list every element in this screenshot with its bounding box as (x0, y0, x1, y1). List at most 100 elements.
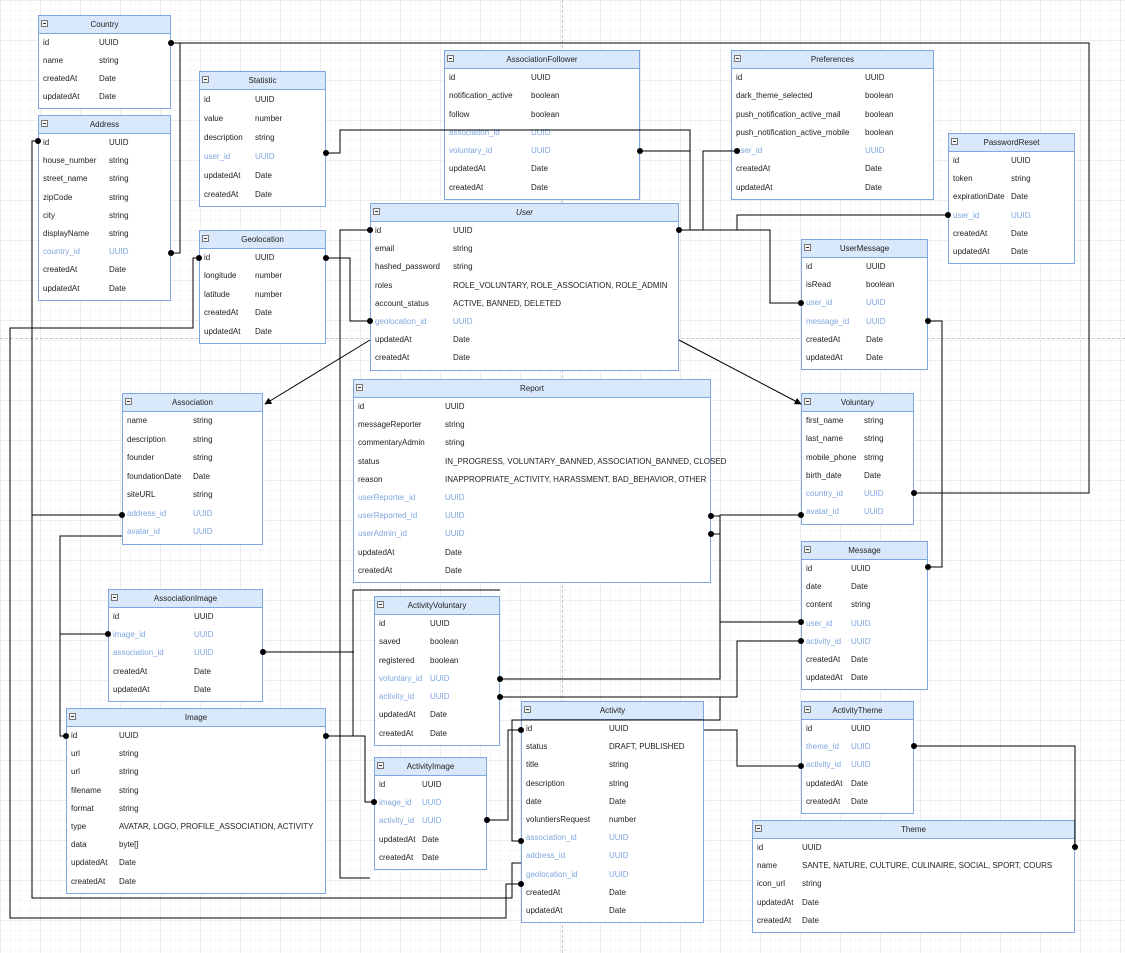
entity-report[interactable]: Report id UUID messageReporter string comment… (353, 379, 726, 583)
field-row[interactable]: createdAt Date (802, 793, 913, 811)
field-row[interactable]: id UUID (522, 720, 703, 738)
field-row[interactable]: date Date (802, 578, 927, 596)
field-row[interactable]: updatedAt Date (445, 160, 639, 178)
field-row[interactable]: id UUID (949, 152, 1074, 170)
field-row[interactable]: updatedAt Date (200, 323, 325, 341)
field-row[interactable]: dark_theme_selected boolean (732, 87, 933, 105)
entity-header[interactable]: ActivityVoluntary (375, 597, 499, 615)
field-row[interactable]: id UUID (39, 134, 170, 152)
field-row[interactable]: updatedAt Date (39, 280, 170, 298)
collapse-icon[interactable] (734, 55, 741, 62)
entity-activityImage[interactable]: ActivityImage id UUID image_id UUID activity_… (374, 757, 487, 870)
collapse-icon[interactable] (951, 138, 958, 145)
foreign-key-row[interactable]: association_id UUID (522, 829, 703, 847)
field-row[interactable]: id UUID (802, 560, 927, 578)
field-row[interactable]: birth_date Date (802, 467, 913, 485)
field-row[interactable]: updatedAt Date (802, 669, 927, 687)
entity-associationImage[interactable]: AssociationImage id UUID image_id UUID associ… (108, 589, 263, 702)
field-row[interactable]: createdAt Date (753, 912, 1074, 930)
entity-associationFollower[interactable]: AssociationFollower id UUID notification_ac… (444, 50, 640, 201)
collapse-icon[interactable] (804, 546, 811, 553)
field-row[interactable]: updatedAt Date (39, 88, 170, 106)
field-row[interactable]: content string (802, 596, 927, 614)
field-row[interactable]: saved boolean (375, 633, 499, 651)
field-row[interactable]: hashed_password string (371, 258, 678, 276)
field-row[interactable]: updatedAt Date (732, 179, 933, 197)
foreign-key-row[interactable]: userAdmin_id UUID (354, 525, 710, 543)
collapse-icon[interactable] (524, 706, 531, 713)
entity-header[interactable]: Country (39, 16, 170, 34)
field-row[interactable]: last_name string (802, 430, 913, 448)
foreign-key-row[interactable]: association_id UUID (109, 644, 262, 662)
foreign-key-row[interactable]: user_id UUID (949, 207, 1074, 225)
relationship-line[interactable] (353, 735, 374, 803)
field-row[interactable]: createdAt Date (354, 562, 710, 580)
foreign-key-row[interactable]: address_id UUID (123, 505, 262, 524)
field-row[interactable]: displayName string (39, 225, 170, 243)
field-row[interactable]: title string (522, 756, 703, 774)
field-row[interactable]: createdAt Date (39, 70, 170, 88)
foreign-key-row[interactable]: geolocation_id UUID (522, 866, 703, 884)
field-row[interactable]: foundationDate Date (123, 468, 262, 487)
collapse-icon[interactable] (69, 713, 76, 720)
field-row[interactable]: messageReporter string (354, 416, 710, 434)
field-row[interactable]: mobile_phone string (802, 449, 913, 467)
field-row[interactable]: siteURL string (123, 486, 262, 505)
entity-header[interactable]: Address (39, 116, 170, 134)
entity-header[interactable]: Image (67, 709, 325, 727)
field-row[interactable]: updatedAt Date (949, 243, 1074, 261)
foreign-key-row[interactable]: country_id UUID (39, 243, 170, 261)
field-row[interactable]: url string (67, 763, 325, 781)
field-row[interactable]: icon_url string (753, 875, 1074, 893)
field-row[interactable]: city string (39, 207, 170, 225)
entity-header[interactable]: Message (802, 542, 927, 560)
collapse-icon[interactable] (804, 706, 811, 713)
collapse-icon[interactable] (755, 825, 762, 832)
foreign-key-row[interactable]: activity_id UUID (375, 812, 486, 830)
entity-header[interactable]: Voluntary (802, 394, 913, 412)
foreign-key-row[interactable]: user_id UUID (802, 615, 927, 633)
relationship-line[interactable] (711, 515, 721, 622)
field-row[interactable]: street_name string (39, 170, 170, 188)
collapse-icon[interactable] (202, 76, 209, 83)
field-row[interactable]: id UUID (109, 608, 262, 626)
field-row[interactable]: url string (67, 745, 325, 763)
field-row[interactable]: createdAt Date (445, 179, 639, 197)
collapse-icon[interactable] (125, 398, 132, 405)
collapse-icon[interactable] (804, 398, 811, 405)
field-row[interactable]: date Date (522, 793, 703, 811)
field-row[interactable]: follow boolean (445, 106, 639, 124)
relationship-line[interactable] (171, 43, 181, 254)
field-row[interactable]: updatedAt Date (375, 706, 499, 724)
field-row[interactable]: createdAt Date (802, 331, 927, 349)
entity-header[interactable]: UserMessage (802, 240, 927, 258)
collapse-icon[interactable] (377, 762, 384, 769)
entity-passwordReset[interactable]: PasswordReset id UUID token string expiration… (948, 133, 1075, 265)
foreign-key-row[interactable]: activity_id UUID (802, 756, 913, 774)
field-row[interactable]: id UUID (753, 839, 1074, 857)
field-row[interactable]: updatedAt Date (802, 775, 913, 793)
field-row[interactable]: createdAt Date (375, 725, 499, 743)
foreign-key-row[interactable]: address_id UUID (522, 847, 703, 865)
field-row[interactable]: name string (39, 52, 170, 70)
field-row[interactable]: name string (123, 412, 262, 431)
entity-preferences[interactable]: Preferences id UUID dark_theme_selected bool… (731, 50, 934, 201)
field-row[interactable]: format string (67, 800, 325, 818)
field-row[interactable]: longitude number (200, 267, 325, 285)
foreign-key-row[interactable]: voluntary_id UUID (375, 670, 499, 688)
field-row[interactable]: id UUID (39, 34, 170, 52)
foreign-key-row[interactable]: activity_id UUID (802, 633, 927, 651)
foreign-key-row[interactable]: user_id UUID (802, 294, 927, 312)
field-row[interactable]: email string (371, 240, 678, 258)
entity-header[interactable]: AssociationFollower (445, 51, 639, 69)
entity-header[interactable]: ActivityImage (375, 758, 486, 776)
entity-header[interactable]: ActivityTheme (802, 702, 913, 720)
entity-header[interactable]: Theme (753, 821, 1074, 839)
field-row[interactable]: filename string (67, 782, 325, 800)
field-row[interactable]: updatedAt Date (522, 902, 703, 920)
relationship-line[interactable] (679, 150, 737, 231)
field-row[interactable]: id UUID (445, 69, 639, 87)
foreign-key-row[interactable]: user_id UUID (200, 147, 325, 166)
entity-header[interactable]: AssociationImage (109, 590, 262, 608)
entity-header[interactable]: Geolocation (200, 231, 325, 249)
